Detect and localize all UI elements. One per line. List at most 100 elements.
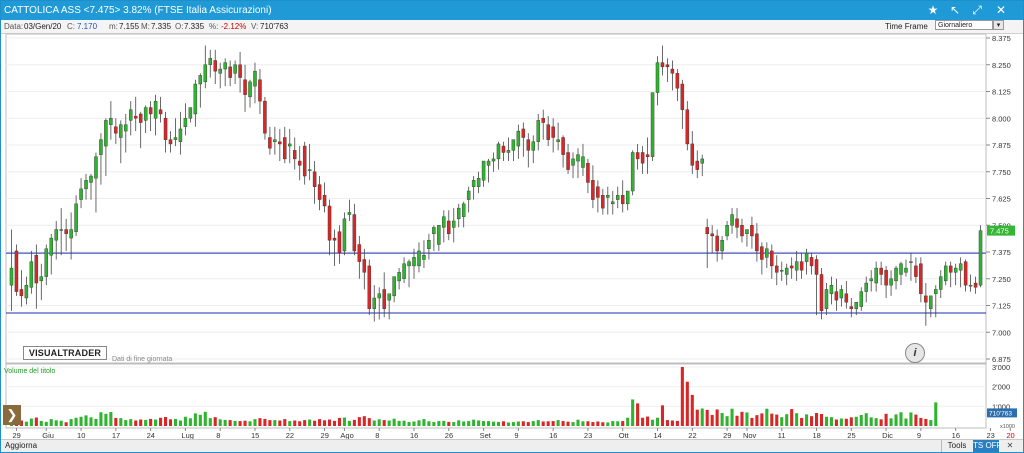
date-tick-label: 10 [77, 431, 85, 439]
candle-body [74, 203, 78, 232]
volume-bar [104, 413, 108, 426]
volume-bar [501, 421, 505, 426]
volume-bar [417, 420, 421, 426]
volume-bar [114, 417, 118, 426]
date-tick-label: 29 [321, 431, 329, 439]
candle-body [183, 118, 188, 128]
candle-body [844, 293, 849, 303]
candle-body [79, 188, 83, 200]
volume-bar [780, 417, 784, 426]
date-tick-label: 23 [986, 431, 994, 439]
volume-bar [243, 420, 247, 426]
timeframe-select[interactable]: Giornaliero [935, 20, 993, 30]
volume-bar [427, 421, 431, 426]
ts-off-button[interactable]: TS OFF [973, 440, 1001, 452]
candle-body [710, 233, 714, 237]
candle-body [9, 267, 14, 286]
volume-bar [313, 420, 317, 426]
candle-body [695, 160, 700, 170]
volume-bar [347, 420, 351, 426]
volume-tick-label: 3'000 [992, 363, 1010, 372]
candle-body [536, 120, 540, 142]
volume-bar [795, 413, 799, 426]
volume-bar [491, 421, 496, 426]
candle-body [352, 214, 357, 252]
candle-body [153, 100, 158, 119]
candle-body [332, 237, 337, 241]
volume-bar [646, 416, 650, 426]
volume-bar [536, 420, 540, 426]
candle-body [635, 152, 640, 160]
candle-body [317, 184, 322, 200]
candle-body [362, 259, 367, 273]
price-tick-label: 7.000 [992, 328, 1011, 337]
candle-body [372, 297, 376, 309]
candle-body [64, 229, 68, 235]
close-icon[interactable]: ✕ [993, 3, 1009, 18]
star-icon[interactable]: ★ [925, 3, 941, 18]
candle-body [814, 259, 819, 275]
candle-body [735, 218, 739, 228]
volume-bar [556, 420, 560, 426]
info-icon[interactable]: i [905, 343, 925, 363]
volume-bar [183, 416, 187, 426]
candle-body [273, 139, 277, 142]
volume-bar [800, 417, 804, 426]
candle-body [437, 225, 441, 245]
candle-body [884, 269, 888, 286]
volume-bar [372, 420, 376, 426]
candle-body [238, 64, 242, 78]
volume-bar [834, 419, 838, 426]
candle-body [312, 171, 317, 187]
candle-body [511, 139, 516, 151]
candle-body [476, 177, 481, 187]
aggiorna-button[interactable]: Aggiorna [5, 440, 37, 452]
candle-body [601, 195, 605, 209]
date-tick-label: 29 [12, 431, 20, 439]
volume-bar [422, 419, 426, 426]
date-tick-label: 20 [1006, 431, 1014, 439]
volume-bar [198, 414, 202, 426]
volume-bar [357, 417, 361, 426]
tools-button[interactable]: Tools [941, 440, 972, 452]
volume-bar [173, 418, 178, 426]
maximize-icon[interactable]: ⤢ [969, 3, 985, 18]
volume-bar [526, 422, 530, 426]
candle-body [561, 137, 565, 155]
candle-body [124, 124, 128, 132]
date-tick-label: 22 [688, 431, 696, 439]
candle-body [392, 276, 396, 297]
price-tick-label: 7.375 [992, 248, 1011, 257]
expand-arrow-icon[interactable]: ❯ [3, 405, 21, 425]
date-tick-label: 16 [549, 431, 557, 439]
candle-body [660, 62, 665, 68]
candle-body [163, 118, 168, 140]
candle-body [387, 293, 391, 301]
volume-bar [467, 421, 471, 426]
volume-bar [710, 414, 714, 426]
volume-bar [616, 421, 620, 426]
volume-bar [228, 420, 232, 426]
candle-body [258, 79, 262, 102]
candle-body [253, 70, 257, 87]
date-tick-label: Set [480, 431, 492, 439]
volume-bar [765, 408, 769, 426]
candle-body [958, 263, 963, 271]
candle-body [620, 195, 625, 205]
candle-body [655, 62, 660, 93]
candle-body [924, 295, 928, 303]
volume-bar [596, 421, 600, 426]
date-tick-label: 23 [584, 431, 592, 439]
candle-body [571, 158, 575, 166]
volume-bar [829, 417, 833, 426]
volume-unit-label: x1000 [1000, 424, 1015, 430]
candle-body [283, 137, 287, 160]
candle-body [745, 229, 749, 235]
chevron-down-icon[interactable]: ▾ [993, 20, 1004, 30]
close-panel-icon[interactable]: ✕ [1003, 440, 1017, 452]
pin-icon[interactable]: ↖ [947, 3, 963, 18]
price-chart[interactable]: 8.3758.2508.1258.0007.8757.7507.6257.500… [1, 33, 1023, 439]
volume-tick-label: 2'000 [992, 383, 1010, 392]
volume-bar [94, 418, 98, 426]
volume-bar [869, 417, 873, 426]
